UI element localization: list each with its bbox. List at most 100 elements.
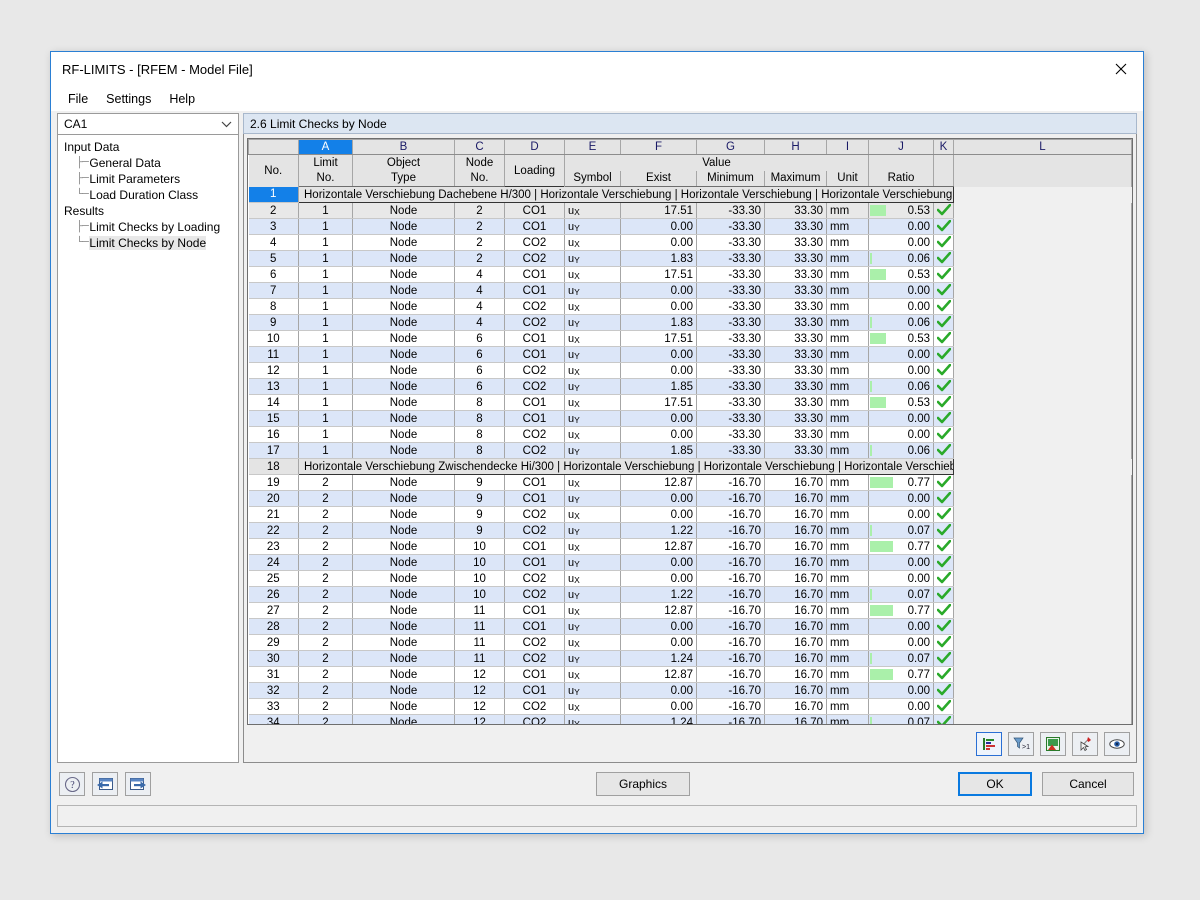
cell-minimum[interactable]: -33.30	[696, 442, 765, 459]
cell-maximum[interactable]: 16.70	[764, 538, 827, 555]
close-icon[interactable]	[1098, 52, 1143, 85]
cell-symbol[interactable]: uY	[564, 346, 621, 363]
cell-unit[interactable]: mm	[826, 682, 869, 699]
cell-symbol[interactable]: uX	[564, 298, 621, 315]
cell-symbol[interactable]: uX	[564, 202, 621, 219]
column-header-f[interactable]: F	[620, 139, 697, 155]
table-row[interactable]: 10 1 Node 6 CO1 uX 17.51 -33.30 33.30 mm 0.53	[248, 330, 1132, 347]
cell-symbol[interactable]: uY	[564, 682, 621, 699]
cell-object-type[interactable]: Node	[352, 314, 455, 331]
cell-symbol[interactable]: uY	[564, 714, 621, 724]
row-number-cell[interactable]: 25	[248, 570, 299, 587]
cell-unit[interactable]: mm	[826, 506, 869, 523]
table-row[interactable]: 9 1 Node 4 CO2 uY 1.83 -33.30 33.30 mm 0.06	[248, 314, 1132, 331]
cell-minimum[interactable]: -33.30	[696, 378, 765, 395]
cell-exist[interactable]: 12.87	[620, 538, 697, 555]
cell-ratio[interactable]: 0.00	[868, 570, 934, 587]
cell-object-type[interactable]: Node	[352, 250, 455, 267]
column-header-c[interactable]: C	[454, 139, 505, 155]
cell-object-type[interactable]: Node	[352, 442, 455, 459]
cell-l-empty[interactable]	[953, 682, 1132, 699]
cell-maximum[interactable]: 33.30	[764, 314, 827, 331]
cell-node-no[interactable]: 9	[454, 522, 505, 539]
cell-ratio[interactable]: 0.00	[868, 554, 934, 571]
cell-ratio[interactable]: 0.06	[868, 378, 934, 395]
row-number-cell[interactable]: 32	[248, 682, 299, 699]
cell-ratio[interactable]: 0.77	[868, 666, 934, 683]
cell-loading[interactable]: CO1	[504, 202, 565, 219]
cell-ratio[interactable]: 0.00	[868, 682, 934, 699]
table-row[interactable]: 28 2 Node 11 CO1 uY 0.00 -16.70 16.70 mm 0.00	[248, 618, 1132, 635]
cell-limit-no[interactable]: 2	[298, 634, 353, 651]
cell-unit[interactable]: mm	[826, 570, 869, 587]
cell-loading[interactable]: CO1	[504, 666, 565, 683]
cell-l-empty[interactable]	[953, 714, 1132, 724]
cell-symbol[interactable]: uX	[564, 362, 621, 379]
cell-node-no[interactable]: 10	[454, 538, 505, 555]
cell-unit[interactable]: mm	[826, 490, 869, 507]
cell-maximum[interactable]: 16.70	[764, 714, 827, 724]
row-number-cell[interactable]: 9	[248, 314, 299, 331]
cell-unit[interactable]: mm	[826, 586, 869, 603]
cell-exist[interactable]: 17.51	[620, 330, 697, 347]
cell-unit[interactable]: mm	[826, 346, 869, 363]
cell-loading[interactable]: CO2	[504, 570, 565, 587]
cell-limit-no[interactable]: 2	[298, 554, 353, 571]
cell-object-type[interactable]: Node	[352, 666, 455, 683]
table-row[interactable]: 33 2 Node 12 CO2 uX 0.00 -16.70 16.70 mm 0.00	[248, 698, 1132, 715]
cell-ratio[interactable]: 0.00	[868, 618, 934, 635]
cell-node-no[interactable]: 12	[454, 698, 505, 715]
cell-object-type[interactable]: Node	[352, 618, 455, 635]
table-row[interactable]: 8 1 Node 4 CO2 uX 0.00 -33.30 33.30 mm 0.00	[248, 298, 1132, 315]
menu-item-settings[interactable]: Settings	[97, 90, 160, 108]
cell-ratio[interactable]: 0.00	[868, 634, 934, 651]
cell-node-no[interactable]: 9	[454, 490, 505, 507]
cell-object-type[interactable]: Node	[352, 570, 455, 587]
cell-object-type[interactable]: Node	[352, 506, 455, 523]
cell-l-empty[interactable]	[953, 538, 1132, 555]
cell-l-empty[interactable]	[953, 522, 1132, 539]
cell-unit[interactable]: mm	[826, 250, 869, 267]
cell-unit[interactable]: mm	[826, 394, 869, 411]
cell-symbol[interactable]: uY	[564, 490, 621, 507]
cell-unit[interactable]: mm	[826, 634, 869, 651]
cell-l-empty[interactable]	[953, 218, 1132, 235]
cell-object-type[interactable]: Node	[352, 410, 455, 427]
cell-ratio[interactable]: 0.07	[868, 522, 934, 539]
cell-minimum[interactable]: -33.30	[696, 266, 765, 283]
cell-unit[interactable]: mm	[826, 266, 869, 283]
row-number-cell[interactable]: 19	[248, 474, 299, 491]
cell-maximum[interactable]: 33.30	[764, 282, 827, 299]
cell-object-type[interactable]: Node	[352, 330, 455, 347]
cell-minimum[interactable]: -16.70	[696, 634, 765, 651]
cell-maximum[interactable]: 33.30	[764, 298, 827, 315]
cell-loading[interactable]: CO2	[504, 506, 565, 523]
cell-exist[interactable]: 1.85	[620, 378, 697, 395]
cell-limit-no[interactable]: 2	[298, 586, 353, 603]
cell-loading[interactable]: CO2	[504, 634, 565, 651]
cell-ratio[interactable]: 0.07	[868, 650, 934, 667]
column-header-d[interactable]: D	[504, 139, 565, 155]
table-row[interactable]: 12 1 Node 6 CO2 uX 0.00 -33.30 33.30 mm 0.00	[248, 362, 1132, 379]
cell-l-empty[interactable]	[953, 442, 1132, 459]
row-number-cell[interactable]: 13	[248, 378, 299, 395]
row-number-cell[interactable]: 34	[248, 714, 299, 724]
cell-minimum[interactable]: -16.70	[696, 618, 765, 635]
row-number-cell[interactable]: 8	[248, 298, 299, 315]
cell-ratio[interactable]: 0.00	[868, 362, 934, 379]
cell-unit[interactable]: mm	[826, 698, 869, 715]
row-number-cell[interactable]: 16	[248, 426, 299, 443]
cell-maximum[interactable]: 16.70	[764, 634, 827, 651]
cell-unit[interactable]: mm	[826, 362, 869, 379]
cell-loading[interactable]: CO2	[504, 426, 565, 443]
cell-ratio[interactable]: 0.00	[868, 218, 934, 235]
cell-l-empty[interactable]	[953, 362, 1132, 379]
cell-object-type[interactable]: Node	[352, 234, 455, 251]
cell-limit-no[interactable]: 1	[298, 426, 353, 443]
cell-loading[interactable]: CO2	[504, 250, 565, 267]
cell-node-no[interactable]: 10	[454, 586, 505, 603]
cell-minimum[interactable]: -16.70	[696, 602, 765, 619]
cell-object-type[interactable]: Node	[352, 698, 455, 715]
cell-symbol[interactable]: uY	[564, 442, 621, 459]
cell-exist[interactable]: 0.00	[620, 490, 697, 507]
